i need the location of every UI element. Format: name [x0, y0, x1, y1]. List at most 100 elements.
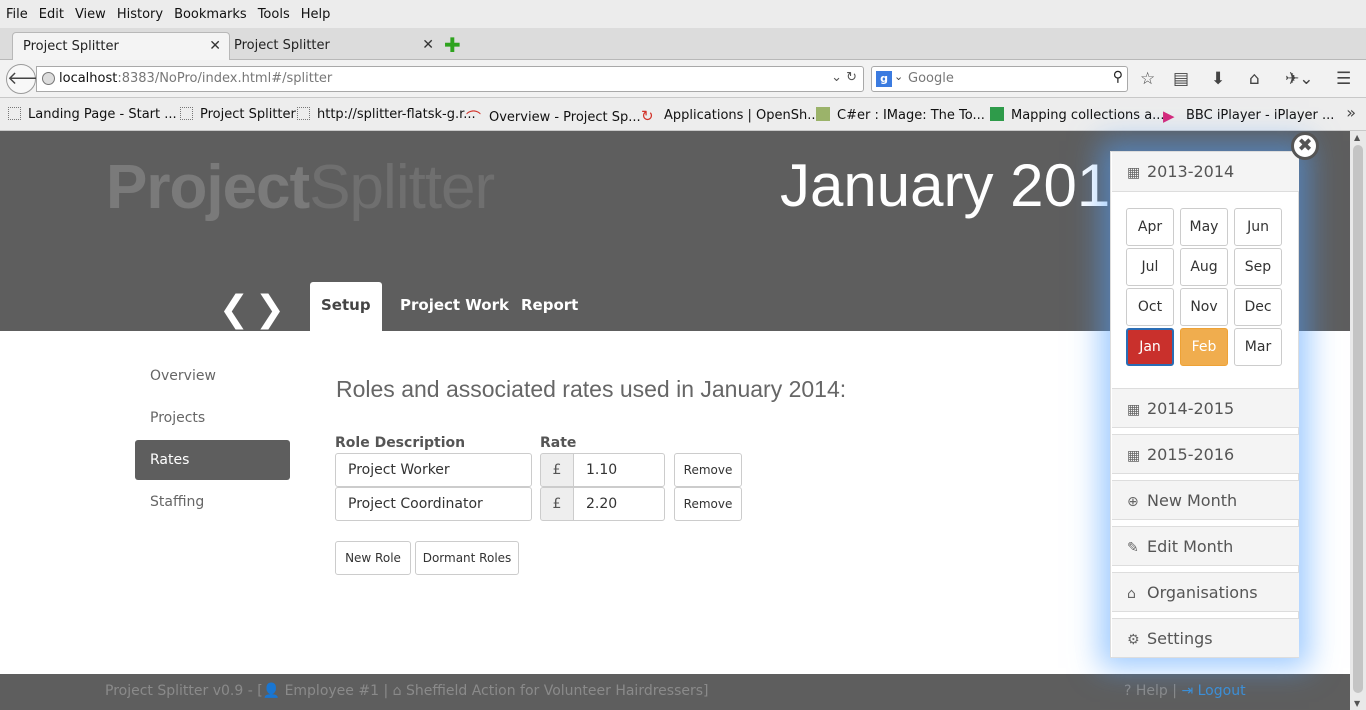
menu-file[interactable]: File [6, 7, 28, 22]
scroll-down-icon[interactable]: ▼ [1354, 699, 1360, 708]
tab-setup[interactable]: Setup [310, 282, 382, 331]
tab-report[interactable]: Report [510, 282, 589, 331]
mapping-favicon-icon [990, 107, 1004, 121]
calendar-icon: ▦ [1127, 448, 1141, 464]
bookmarks-toolbar: Landing Page - Start ... Project Splitte… [0, 98, 1366, 131]
tab-project-work[interactable]: Project Work [389, 282, 520, 331]
iplayer-favicon-icon: ▶ [1163, 107, 1175, 125]
footer-organisation[interactable]: Sheffield Action for Volunteer Hairdress… [406, 683, 709, 699]
new-month-button[interactable]: ⊕ New Month [1112, 480, 1299, 520]
scrollbar-thumb[interactable] [1353, 145, 1363, 693]
footer-employee[interactable]: Employee #1 [285, 683, 379, 699]
month-button-aug[interactable]: Aug [1180, 248, 1228, 286]
month-navigation: ❮ ❯ [216, 289, 288, 330]
logout-link[interactable]: Logout [1198, 683, 1246, 699]
pencil-icon: ✎ [1127, 540, 1139, 556]
bookmark-item[interactable]: Mapping collections a... [990, 107, 1165, 123]
year-section-2015-2016[interactable]: ▦ 2015-2016 [1112, 434, 1299, 474]
year-section-2013-2014[interactable]: ▦ 2013-2014 [1112, 152, 1299, 192]
browser-tab-1[interactable]: Project Splitter ✕ [12, 32, 230, 60]
remove-role-button[interactable]: Remove [674, 453, 742, 487]
menu-edit[interactable]: Edit [39, 7, 64, 22]
bookmark-item[interactable]: ▶ BBC iPlayer - iPlayer ... [1163, 107, 1334, 125]
sidenav-item-staffing[interactable]: Staffing [135, 482, 290, 522]
bookmark-star-icon[interactable]: ☆ [1140, 69, 1155, 89]
sidenav-item-rates[interactable]: Rates [135, 440, 290, 480]
chevron-down-icon[interactable]: ⌄ [894, 70, 903, 83]
downloads-icon[interactable]: ⬇ [1211, 69, 1225, 89]
addon-icon[interactable]: ✈⌄ [1285, 69, 1314, 89]
rate-field[interactable]: 2.20 [573, 487, 665, 521]
tab-bar: Project Splitter ✕ Project Splitter ✕ [0, 28, 1366, 60]
home-icon[interactable]: ⌂ [1249, 69, 1260, 89]
menu-tools[interactable]: Tools [258, 7, 290, 22]
logout-icon: ⇥ [1181, 683, 1194, 699]
month-button-nov[interactable]: Nov [1180, 288, 1228, 326]
sidenav-item-projects[interactable]: Projects [135, 398, 290, 438]
close-picker-icon[interactable]: ✖ [1291, 132, 1319, 160]
chevron-double-right-icon[interactable]: » [1346, 103, 1356, 122]
previous-month-arrow-icon[interactable]: ❮ [216, 289, 252, 330]
month-button-may[interactable]: May [1180, 208, 1228, 246]
help-link[interactable]: Help [1136, 683, 1168, 699]
app-footer: Project Splitter v0.9 - [👤 Employee #1 |… [0, 674, 1350, 710]
browser-tab-2[interactable]: Project Splitter ✕ [224, 32, 442, 60]
month-button-oct[interactable]: Oct [1126, 288, 1174, 326]
new-tab-icon[interactable]: ✚ [444, 33, 461, 57]
hamburger-menu-icon[interactable]: ☰ [1336, 69, 1351, 89]
sidenav-item-overview[interactable]: Overview [135, 356, 290, 396]
month-button-jul[interactable]: Jul [1126, 248, 1174, 286]
new-role-button[interactable]: New Role [335, 541, 411, 575]
dormant-roles-button[interactable]: Dormant Roles [415, 541, 519, 575]
month-button-apr[interactable]: Apr [1126, 208, 1174, 246]
side-navigation: Overview Projects Rates Staffing [135, 356, 290, 524]
menu-history[interactable]: History [117, 7, 163, 22]
bookmark-item[interactable]: Landing Page - Start ... [8, 107, 177, 122]
app-logo[interactable]: ProjectSplitter [106, 152, 495, 223]
month-picker-panel: ▦ 2013-2014 Apr May Jun Jul Aug Sep Oct N… [1110, 151, 1299, 658]
bookmark-item[interactable]: ⌒ Overview - Project Sp... [466, 107, 641, 127]
month-button-jun[interactable]: Jun [1234, 208, 1282, 246]
role-description-field[interactable]: Project Worker [335, 453, 532, 487]
menu-bar: File Edit View History Bookmarks Tools H… [0, 0, 1366, 28]
bookmark-item[interactable]: C#er : IMage: The To... [816, 107, 985, 123]
rate-field[interactable]: 1.10 [573, 453, 665, 487]
month-button-jan[interactable]: Jan [1126, 328, 1174, 366]
page-scrollbar[interactable]: ▲ ▼ [1350, 131, 1366, 710]
year-section-2014-2015[interactable]: ▦ 2014-2015 [1112, 388, 1299, 428]
close-tab-icon[interactable]: ✕ [422, 37, 434, 53]
binoculars-icon[interactable]: ⚲ [1113, 69, 1123, 85]
site-identity-icon[interactable] [42, 72, 55, 85]
menu-help[interactable]: Help [301, 7, 331, 22]
back-button[interactable]: 🡐 [6, 64, 55, 94]
browser-tab-title: Project Splitter [234, 38, 330, 53]
bookmark-item[interactable]: ↻ Applications | OpenSh... [641, 107, 820, 125]
edit-month-button[interactable]: ✎ Edit Month [1112, 526, 1299, 566]
openshift-logo-icon: ⌒ [466, 109, 482, 127]
role-description-field[interactable]: Project Coordinator [335, 487, 532, 521]
month-button-dec[interactable]: Dec [1234, 288, 1282, 326]
month-button-sep[interactable]: Sep [1234, 248, 1282, 286]
bookmark-item[interactable]: http://splitter-flatsk-g.r... [297, 107, 476, 122]
menu-view[interactable]: View [75, 7, 106, 22]
next-month-arrow-icon[interactable]: ❯ [252, 289, 288, 330]
scroll-up-icon[interactable]: ▲ [1354, 133, 1360, 142]
currency-addon: £ [540, 487, 574, 521]
url-dropdown-reload-icon[interactable]: ⌄ ↻ [831, 70, 857, 85]
organisations-button[interactable]: ⌂ Organisations [1112, 572, 1299, 612]
close-tab-icon[interactable]: ✕ [209, 38, 221, 54]
month-button-feb[interactable]: Feb [1180, 328, 1228, 366]
google-engine-icon[interactable]: g [876, 71, 892, 87]
reading-list-icon[interactable]: ▤ [1173, 69, 1189, 89]
home-icon: ⌂ [1127, 586, 1136, 602]
month-title: January 2014 [780, 152, 1144, 219]
month-button-mar[interactable]: Mar [1234, 328, 1282, 366]
remove-role-button[interactable]: Remove [674, 487, 742, 521]
settings-button[interactable]: ⚙ Settings [1112, 618, 1299, 658]
csharper-favicon-icon [816, 107, 830, 121]
menu-bookmarks[interactable]: Bookmarks [174, 7, 247, 22]
search-input[interactable]: g ⌄ Google ⚲ [871, 66, 1128, 92]
calendar-icon: ▦ [1127, 165, 1141, 181]
url-bar[interactable]: localhost:8383/NoPro/index.html#/splitte… [36, 66, 864, 92]
bookmark-item[interactable]: Project Splitter [180, 107, 296, 122]
